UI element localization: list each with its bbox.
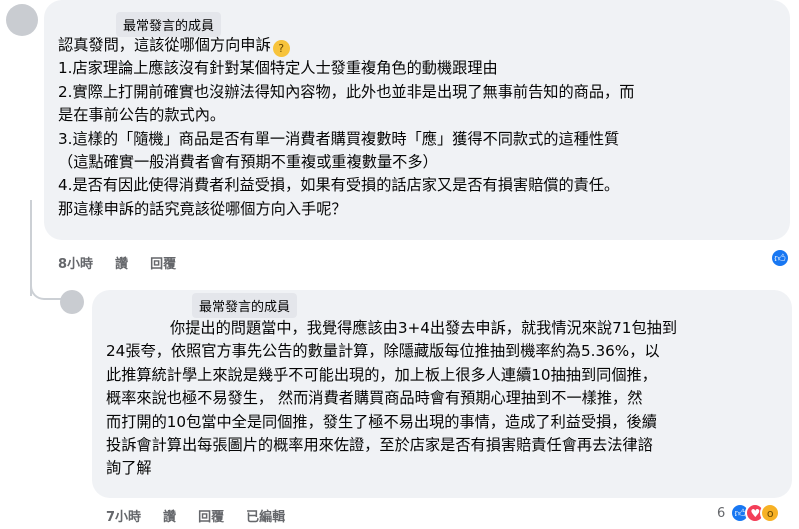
reply-actions: 7小時 讚 回覆 已編輯 xyxy=(106,506,285,525)
reply-timestamp[interactable]: 7小時 xyxy=(106,506,141,525)
comment-line: 認真發問，這該從哪個方向申訴 xyxy=(58,36,271,54)
thinking-emoji-icon: ? xyxy=(272,40,290,57)
reaction-summary[interactable]: 6 👍︎ ♥ o xyxy=(716,502,782,524)
comment-line: 1.店家理論上應該沒有針對某個特定人士發重複角色的動機跟理由 xyxy=(58,59,498,78)
reply-text: 你提出的問題當中，我覺得應該由3+4出發去申訴，就我情況來說71包抽到 24張夸… xyxy=(106,317,677,481)
reply-button[interactable]: 回覆 xyxy=(198,506,224,525)
like-button[interactable]: 讚 xyxy=(115,253,128,272)
comment-text: 認真發問，這該從哪個方向申訴? 1.店家理論上應該沒有針對某個特定人士發重複角色… xyxy=(58,34,634,221)
edited-label[interactable]: 已編輯 xyxy=(246,506,285,525)
like-button[interactable]: 讚 xyxy=(163,506,176,525)
reply-line: 而打開的10包當中全是同個推，發生了極不易出現的事情，造成了利益受損，後續 xyxy=(106,412,657,431)
member-badge: 最常發言的成員 xyxy=(192,293,298,318)
reply-line: 詢了解 xyxy=(106,459,152,478)
reply-line: 24張夸，依照官方事先公告的數量計算，除隱藏版每位推抽到機率約為5.36%，以 xyxy=(106,342,660,361)
reply-line: 此推算統計學上來說是幾乎不可能出現的，加上板上很多人連續10抽抽到同個推， xyxy=(106,365,657,384)
comment-line: 是在事前公告的款式內。 xyxy=(58,106,226,125)
reply-bubble: 最常發言的成員 你提出的問題當中，我覺得應該由3+4出發去申訴，就我情況來說71… xyxy=(92,290,792,498)
comment-line: 4.是否有因此使得消費者利益受損，如果有受損的話店家又是否有損害賠償的責任。 xyxy=(58,176,620,195)
comment-bubble: 最常發言的成員 認真發問，這該從哪個方向申訴? 1.店家理論上應該沒有針對某個特… xyxy=(44,0,790,240)
comment-actions: 8小時 讚 回覆 xyxy=(58,253,176,272)
reply-line: 投訴會計算出每張圖片的概率用來佐證，至於店家是否有損害賠責任會再去法律諮 xyxy=(106,436,653,455)
comment-timestamp[interactable]: 8小時 xyxy=(58,253,93,272)
comment-line: 3.這樣的「隨機」商品是否有單一消費者購買複數時「應」獲得不同款式的這種性質 xyxy=(58,129,620,148)
reaction-count: 6 xyxy=(717,505,726,521)
comment-line: （這點確實一般消費者會有預期不重複或重複數量不多） xyxy=(58,153,438,172)
avatar[interactable] xyxy=(6,4,38,36)
avatar[interactable] xyxy=(60,290,84,314)
reply-button[interactable]: 回覆 xyxy=(150,253,176,272)
comment-line: 2.實際上打開前確實也沒辦法得知內容物，此外也並非是出現了無事前告知的商品，而 xyxy=(58,82,635,101)
reply-line: 概率來說也極不易發生， 然而消費者購買商品時會有預期心理抽到不一樣推，然 xyxy=(106,389,643,408)
reaction-summary[interactable]: 👍︎ xyxy=(769,247,791,269)
like-icon: 👍︎ xyxy=(770,248,790,268)
wow-icon: o xyxy=(760,503,781,523)
comment-line: 那這樣申訴的話究竟該從哪個方向入手呢？ xyxy=(58,199,347,218)
reply-line: 你提出的問題當中，我覺得應該由3+4出發去申訴，就我情況來說71包抽到 xyxy=(170,319,678,337)
